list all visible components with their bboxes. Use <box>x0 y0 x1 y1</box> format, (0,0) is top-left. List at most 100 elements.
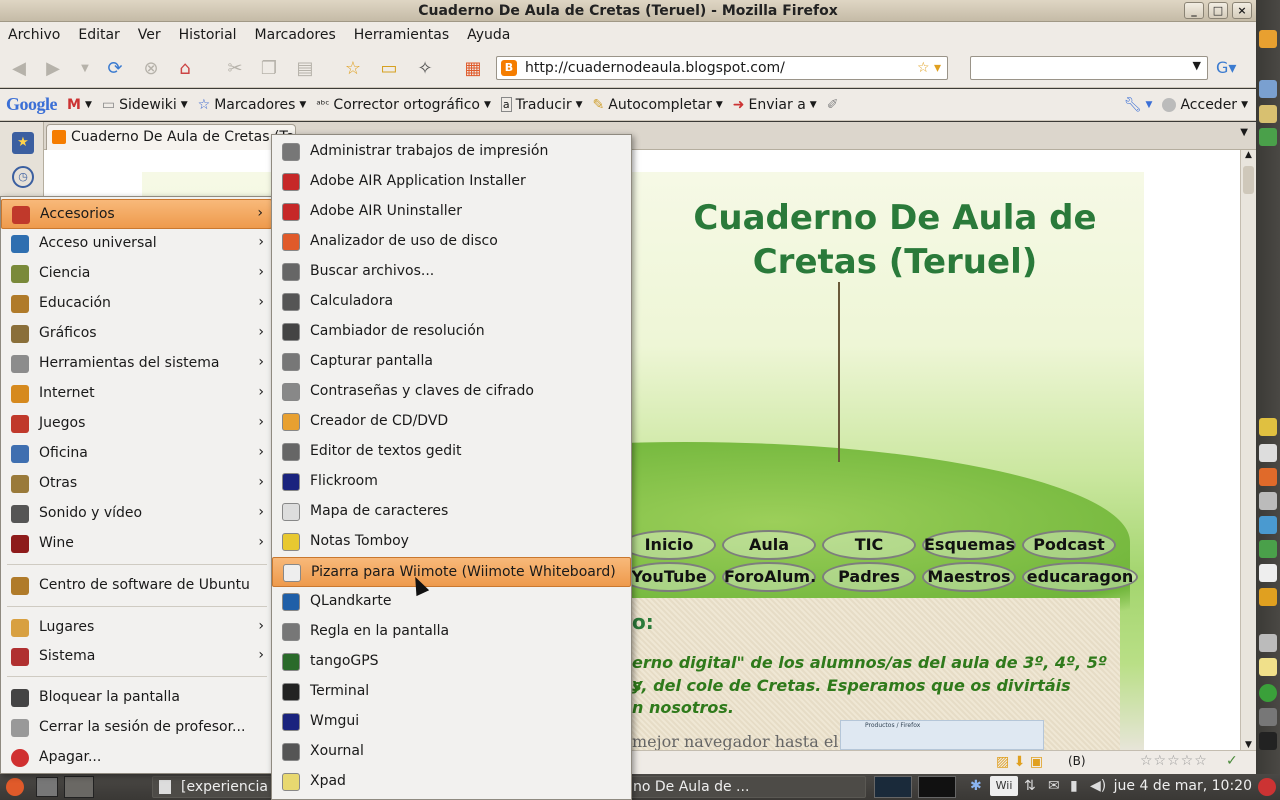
submenu-item-qlandkarte[interactable]: QLandkarte <box>272 587 631 617</box>
menu-item-system[interactable]: Sistema › <box>1 642 272 672</box>
scroll-up-icon[interactable]: ▲ <box>1241 150 1256 160</box>
menu-item-wine[interactable]: Wine › <box>1 529 272 559</box>
menu-item-shutdown[interactable]: Apagar... <box>1 743 272 773</box>
submenu-item-disk-usage[interactable]: Analizador de uso de disco <box>272 227 631 257</box>
info-icon[interactable] <box>1259 684 1277 702</box>
submenu-item-disc[interactable]: Creador de CD/DVD <box>272 407 631 437</box>
paste-icon[interactable]: ▤ <box>292 56 318 80</box>
menu-item-places[interactable]: Lugares › <box>1 613 272 643</box>
tab-blog[interactable]: Cuaderno De Aula de Cretas (Te <box>46 124 296 150</box>
submenu-item-search[interactable]: Buscar archivos... <box>272 257 631 287</box>
taskbar-item-firefox[interactable]: no De Aula de ... <box>630 776 866 798</box>
submenu-item-gps[interactable]: tangoGPS <box>272 647 631 677</box>
rating-stars-icon[interactable]: ☆☆☆☆☆ <box>1140 753 1208 769</box>
submenu-item-printer[interactable]: Administrar trabajos de impresión <box>272 137 631 167</box>
signin-button[interactable]: Acceder ▼ <box>1162 97 1256 113</box>
submenu-item-wii[interactable]: Pizarra para Wiimote (Wiimote Whiteboard… <box>272 557 631 587</box>
nav-educaragon[interactable]: educaragon <box>1022 562 1138 592</box>
menu-archivo[interactable]: Archivo <box>8 27 60 43</box>
menu-item-other[interactable]: Otras › <box>1 469 272 499</box>
tools-icon[interactable] <box>1259 80 1277 98</box>
vertical-scrollbar[interactable]: ▲ ▼ <box>1240 150 1256 750</box>
tab-list-icon[interactable]: ▼ <box>1240 127 1248 138</box>
xournal-icon[interactable] <box>1259 444 1277 462</box>
network-monitor-icon[interactable] <box>918 776 956 798</box>
nav-podcast[interactable]: Podcast <box>1022 530 1116 560</box>
maximize-button[interactable]: □ <box>1208 2 1228 19</box>
send-to-button[interactable]: ➜ Enviar a ▼ <box>733 97 817 113</box>
pencil-icon[interactable] <box>1259 418 1277 436</box>
packages-icon[interactable] <box>1259 105 1277 123</box>
search-input[interactable]: ▼ <box>970 56 1208 80</box>
session-icon[interactable] <box>1258 778 1276 796</box>
clock[interactable]: jue 4 de mar, 10:20 <box>1114 778 1252 794</box>
menu-ayuda[interactable]: Ayuda <box>467 27 510 43</box>
menu-item-education[interactable]: Educación › <box>1 289 272 319</box>
submenu-item-ruler[interactable]: Regla en la pantalla <box>272 617 631 647</box>
submenu-item-calculator[interactable]: Calculadora <box>272 287 631 317</box>
menu-ver[interactable]: Ver <box>138 27 161 43</box>
ubuntu-logo-icon[interactable] <box>6 778 24 796</box>
show-desktop-icon[interactable] <box>36 777 58 797</box>
nav-foroalum[interactable]: ForoAlum. <box>722 562 816 592</box>
menu-item-multimedia[interactable]: Sonido y vídeo › <box>1 499 272 529</box>
network-icon[interactable]: ⇅ <box>1024 778 1036 794</box>
copy-icon[interactable]: ❐ <box>256 56 282 80</box>
submenu-item-xpad[interactable]: Xpad <box>272 767 631 797</box>
sync-icon[interactable] <box>1259 540 1277 558</box>
status-ok-icon[interactable]: ✓ <box>1226 753 1238 769</box>
submenu-item-terminal[interactable]: Terminal <box>272 677 631 707</box>
nav-maestros[interactable]: Maestros <box>922 562 1016 592</box>
history-sidebar-icon[interactable]: ◷ <box>12 166 34 188</box>
camera-icon[interactable] <box>1259 634 1277 652</box>
cpu-monitor-icon[interactable] <box>874 776 912 798</box>
submenu-item-charmap[interactable]: Mapa de caracteres <box>272 497 631 527</box>
bookmarks-sidebar-icon[interactable]: ★ <box>12 132 34 154</box>
edit-icon[interactable] <box>1259 492 1277 510</box>
firefox-icon[interactable] <box>1259 468 1277 486</box>
nav-inicio[interactable]: Inicio <box>622 530 716 560</box>
menu-item-system-tools[interactable]: Herramientas del sistema › <box>1 349 272 379</box>
menu-item-lock[interactable]: Bloquear la pantalla <box>1 683 272 713</box>
stop-icon[interactable]: ⊗ <box>138 56 164 80</box>
menu-item-software-center[interactable]: Centro de software de Ubuntu <box>1 571 272 601</box>
history-dropdown-icon[interactable]: ▼ <box>72 56 98 80</box>
status-addon-icons[interactable]: ▨ ⬇ ▣ <box>996 754 1043 770</box>
minimize-button[interactable]: _ <box>1184 2 1204 19</box>
address-bar[interactable]: B http://cuadernodeaula.blogspot.com/ ☆ … <box>496 56 948 80</box>
close-button[interactable]: × <box>1232 2 1252 19</box>
menu-item-games[interactable]: Juegos › <box>1 409 272 439</box>
menu-item-science[interactable]: Ciencia › <box>1 259 272 289</box>
wii-tray-icon[interactable]: Wii <box>990 776 1018 796</box>
submenu-item-adobe-air[interactable]: Adobe AIR Application Installer <box>272 167 631 197</box>
menu-item-internet[interactable]: Internet › <box>1 379 272 409</box>
screen-icon[interactable] <box>1259 708 1277 726</box>
search-dropdown-icon[interactable]: ▼ <box>1193 59 1201 72</box>
recycle-icon[interactable] <box>1259 128 1277 146</box>
submenu-item-text-editor[interactable]: Editor de textos gedit <box>272 437 631 467</box>
submenu-item-wmgui[interactable]: Wmgui <box>272 707 631 737</box>
menu-item-office[interactable]: Oficina › <box>1 439 272 469</box>
scroll-down-icon[interactable]: ▼ <box>1241 740 1256 750</box>
bluetooth-icon[interactable]: ✱ <box>970 778 982 794</box>
chat-icon[interactable]: ✉ <box>1048 778 1060 794</box>
menu-item-universal-access[interactable]: Acceso universal › <box>1 229 272 259</box>
nav-tic[interactable]: TIC <box>822 530 916 560</box>
nav-youtube[interactable]: YouTube <box>622 562 716 592</box>
nav-aula[interactable]: Aula <box>722 530 816 560</box>
wii-icon[interactable] <box>1259 564 1277 582</box>
google-search-engine-icon[interactable]: G▾ <box>1216 58 1236 77</box>
menu-editar[interactable]: Editar <box>78 27 119 43</box>
monitor-icon[interactable] <box>1259 516 1277 534</box>
new-bookmark-icon[interactable]: ☆ <box>340 56 366 80</box>
menu-marcadores[interactable]: Marcadores <box>255 27 336 43</box>
submenu-item-notes[interactable]: Notas Tomboy <box>272 527 631 557</box>
spell-check-button[interactable]: ᵃᵇᶜ Corrector ortográfico ▼ <box>316 97 491 113</box>
forward-icon[interactable]: ▶ <box>40 56 66 80</box>
terminal-icon[interactable] <box>1259 732 1277 750</box>
nav-padres[interactable]: Padres <box>822 562 916 592</box>
gmail-icon[interactable]: M ▼ <box>67 97 92 113</box>
home-folder-icon[interactable] <box>1259 30 1277 48</box>
rss-star-icons[interactable]: ☆ ▾ <box>917 57 941 79</box>
battery-icon[interactable]: ▮ <box>1070 778 1078 794</box>
